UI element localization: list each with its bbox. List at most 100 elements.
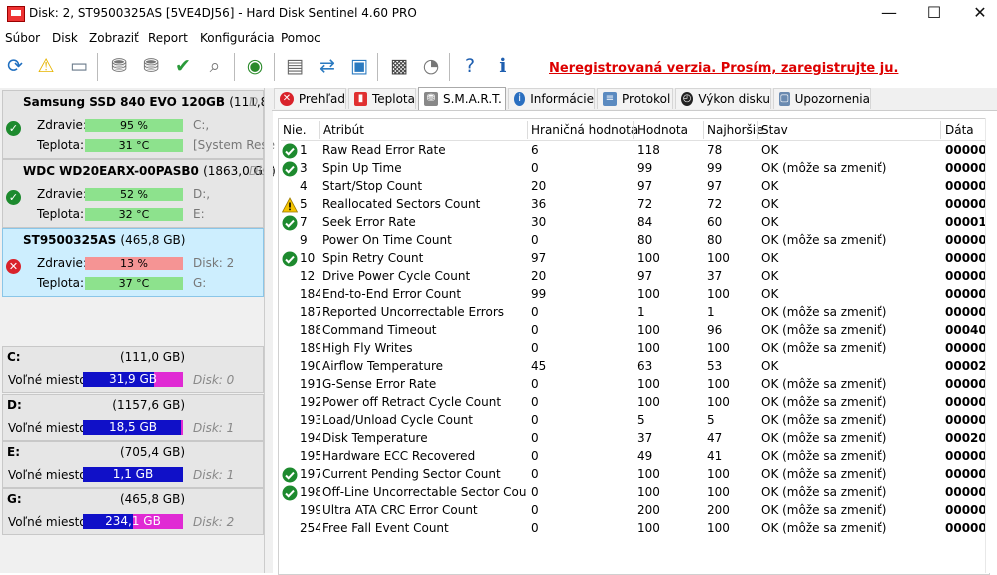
row-worst: 100 [707,521,730,535]
volume-card[interactable]: E: (705,4 GB) Voľné miesto 1,1 GB Disk: … [2,441,264,488]
row-number: 194 [300,431,320,445]
table-row[interactable]: 195 Hardware ECC Recovered 0 49 41 OK (môže s… [281,448,985,466]
disk-card-selected[interactable]: ST9500325AS (465,8 GB) ✕ Zdravie: 13 % D… [2,228,264,297]
alert-icon[interactable]: ⚠ [33,53,59,79]
table-row[interactable]: 197 Current Pending Sector Count 0 100 100 OK… [281,466,985,484]
table-row[interactable]: 184 End-to-End Error Count 99 100 100 OK 00000… [281,286,985,304]
info-icon[interactable]: ℹ [490,53,516,79]
table-row[interactable]: 7 Seek Error Rate 30 84 60 OK 000012F [281,214,985,232]
tab-overview[interactable]: ✕ Prehľad [274,88,346,109]
row-status: OK (môže sa zmeniť) [761,233,887,247]
table-row[interactable]: 189 High Fly Writes 0 100 100 OK (môže sa zme… [281,340,985,358]
column-separator[interactable] [527,121,528,139]
tab-smart[interactable]: ⛃ S.M.A.R.T. [418,87,506,110]
volume-card[interactable]: C: (111,0 GB) Voľné miesto 31,9 GB Disk:… [2,346,264,393]
report-icon[interactable]: ▤ [282,53,308,79]
maximize-button[interactable]: ☐ [911,0,957,28]
smart-table: Nie. Atribút Hraničná hodnota Hodnota Na… [281,121,985,571]
volume-card[interactable]: G: (465,8 GB) Voľné miesto 234,1 GB Disk… [2,488,264,535]
row-value: 37 [637,431,653,445]
row-number: 12 [300,269,316,283]
column-header-worst[interactable]: Najhoršie [707,123,764,137]
table-row[interactable]: 3 Spin Up Time 0 99 99 OK (môže sa zmeniť) 000… [281,160,985,178]
minimize-button[interactable]: — [866,0,912,28]
tab-alerts[interactable]: ▢ Upozornenia [773,88,871,109]
volume-card[interactable]: D: (1157,6 GB) Voľné miesto 18,5 GB Disk… [2,394,264,441]
settings-icon[interactable]: ▩ [386,53,412,79]
table-row[interactable]: 12 Drive Power Cycle Count 20 97 37 OK 0000000 [281,268,985,286]
table-row[interactable]: 192 Power off Retract Cycle Count 0 100 100 O… [281,394,985,412]
menu-help[interactable]: Pomoc [281,31,321,45]
table-row[interactable]: 193 Load/Unload Cycle Count 0 5 5 OK (môže sa… [281,412,985,430]
row-data: 0000000 [945,467,985,481]
table-row[interactable]: 254 Free Fall Event Count 0 100 100 OK (môže … [281,520,985,538]
menu-file[interactable]: Súbor [5,31,40,45]
row-status: OK (môže sa zmeniť) [761,521,887,535]
table-row[interactable]: 188 Command Timeout 0 100 96 OK (môže sa zmen… [281,322,985,340]
row-number: 7 [300,215,308,229]
column-separator[interactable] [633,121,634,139]
disk-test-icon[interactable]: ⛃ [106,53,132,79]
row-status: OK (môže sa zmeniť) [761,503,887,517]
refresh-icon[interactable]: ⟳ [2,53,28,79]
column-separator[interactable] [757,121,758,139]
sync-icon[interactable]: ⇄ [314,53,340,79]
table-row[interactable]: 198 Off-Line Uncorrectable Sector Count 0 1… [281,484,985,502]
row-threshold: 30 [531,215,547,229]
row-data: 0000000 [945,197,985,211]
table-row[interactable]: 191 G-Sense Error Rate 0 100 100 OK (môže sa … [281,376,985,394]
table-row[interactable]: 194 Disk Temperature 0 37 47 OK (môže sa zmen… [281,430,985,448]
disk-check-icon[interactable]: ✔ [170,53,196,79]
toolbar-separator [449,53,450,81]
row-threshold: 0 [531,305,539,319]
disk-search-icon[interactable]: ⌕ [202,53,228,79]
column-header-threshold[interactable]: Hraničná hodnota [531,123,638,137]
row-threshold: 0 [531,341,539,355]
tab-log[interactable]: ≡ Protokol [597,88,673,109]
row-data: 00000A( [945,449,985,463]
temperature-bar: 37 °C [85,277,183,290]
column-separator[interactable] [940,121,941,139]
close-button[interactable]: ✕ [957,0,997,28]
table-row[interactable]: 9 Power On Time Count 0 80 80 OK (môže sa zme… [281,232,985,250]
row-status: OK (môže sa zmeniť) [761,413,887,427]
row-worst: 100 [707,395,730,409]
column-separator[interactable] [703,121,704,139]
menu-configuration[interactable]: Konfigurácia [200,31,275,45]
globe-icon[interactable]: ◉ [242,53,268,79]
registration-link[interactable]: Neregistrovaná verzia. Prosím, zaregistr… [549,61,898,76]
disk-info-icon[interactable]: ▭ [66,53,92,79]
menu-view[interactable]: Zobraziť [89,31,139,45]
column-separator[interactable] [319,121,320,139]
tab-information[interactable]: i Informácie [508,88,595,109]
table-row[interactable]: 4 Start/Stop Count 20 97 97 OK 0000000 [281,178,985,196]
speaker-icon[interactable]: ◔ [418,53,444,79]
row-value: 99 [637,161,653,175]
disk-card[interactable]: WDC WD20EARX-00PASB0 (1863,0 GB) Disk ✓ … [2,159,276,228]
column-header-no[interactable]: Nie. [283,123,307,137]
tab-temperature[interactable]: ▮ Teplota [348,88,416,109]
disk-surface-icon[interactable]: ⛃ [138,53,164,79]
column-header-status[interactable]: Stav [761,123,788,137]
disk-card[interactable]: Samsung SSD 840 EVO 120GB (111,8 GB) D ✓… [2,90,294,159]
pane-splitter[interactable] [264,88,273,573]
network-icon[interactable]: ▣ [346,53,372,79]
row-value: 72 [637,197,653,211]
column-header-value[interactable]: Hodnota [637,123,688,137]
app-logo-icon [7,6,25,22]
column-header-attribute[interactable]: Atribút [323,123,364,137]
table-row[interactable]: 5 Reallocated Sectors Count 36 72 72 OK 000000… [281,196,985,214]
column-header-data[interactable]: Dáta [945,123,974,137]
help-icon[interactable]: ? [457,53,483,79]
row-threshold: 0 [531,431,539,445]
vertical-scrollbar[interactable] [985,118,997,573]
table-row[interactable]: 190Airflow Temperature 45 63 53 OK 0000251 [281,358,985,376]
table-row[interactable]: 187 Reported Uncorrectable Errors 0 1 1 OK (m… [281,304,985,322]
row-worst: 100 [707,377,730,391]
table-row[interactable]: 1 Raw Read Error Rate 6 118 78 OK 00000A( [281,142,985,160]
menu-report[interactable]: Report [148,31,188,45]
table-row[interactable]: 10 Spin Retry Count 97 100 100 OK 0000000 [281,250,985,268]
menu-disk[interactable]: Disk [52,31,78,45]
table-row[interactable]: 199 Ultra ATA CRC Error Count 0 200 200 OK (m… [281,502,985,520]
tab-performance[interactable]: ◴ Výkon disku [675,88,771,109]
